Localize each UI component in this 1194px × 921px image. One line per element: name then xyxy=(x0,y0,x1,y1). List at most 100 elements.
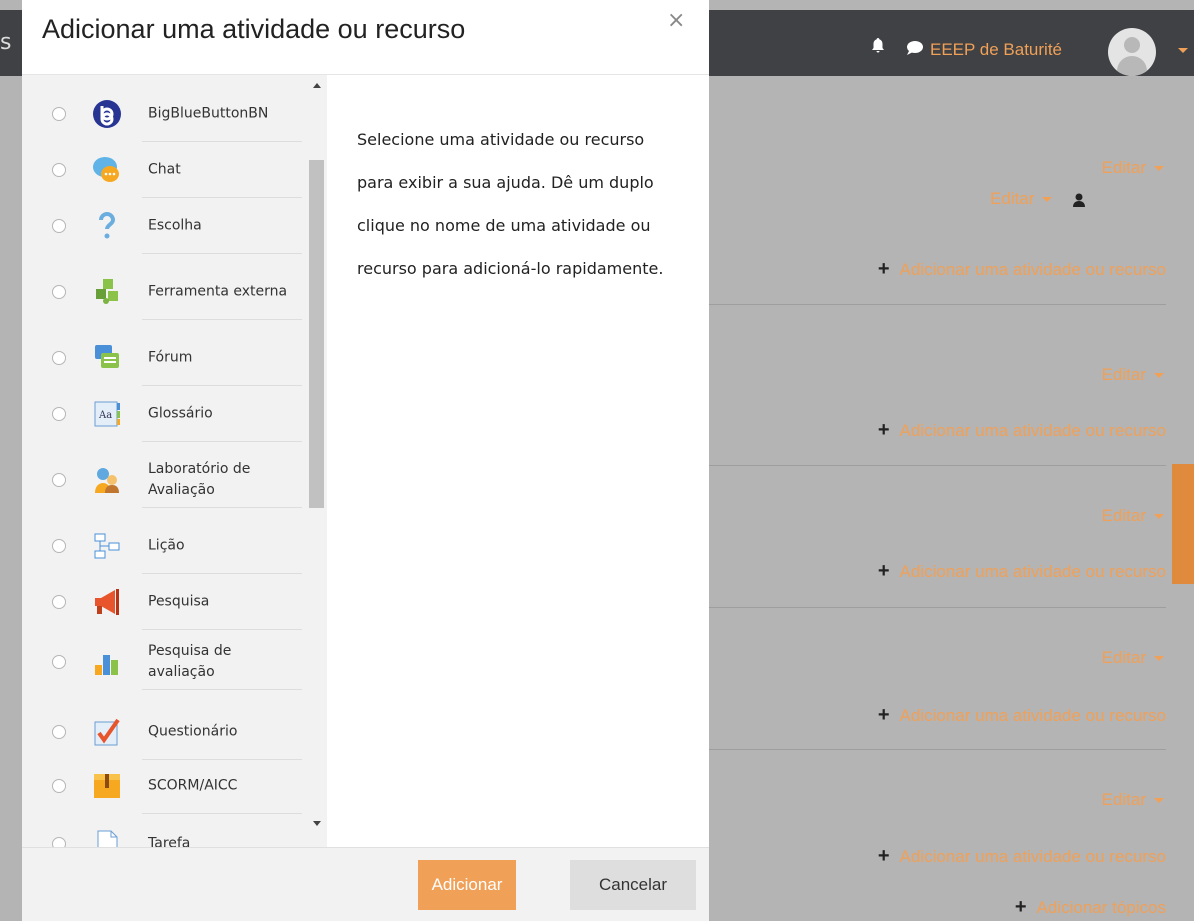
edit-label: Editar xyxy=(1101,648,1146,667)
svg-text:Aa: Aa xyxy=(98,410,112,421)
activity-radio[interactable] xyxy=(52,837,66,847)
add-activity-link[interactable]: + Adicionar uma atividade ou recurso xyxy=(878,419,1166,442)
activity-label: Escolha xyxy=(148,217,202,234)
add-activity-modal: Adicionar uma atividade ou recurso × Big… xyxy=(22,0,709,921)
activity-option[interactable]: BigBlueButtonBN xyxy=(42,86,302,142)
chevron-down-icon[interactable] xyxy=(1178,48,1188,53)
add-activity-link[interactable]: + Adicionar uma atividade ou recurso xyxy=(878,258,1166,281)
activity-option[interactable]: SCORM/AICC xyxy=(42,758,302,814)
edit-menu[interactable]: Editar xyxy=(1102,790,1164,810)
activity-radio[interactable] xyxy=(52,407,66,421)
add-topics-label: Adicionar tópicos xyxy=(1036,898,1166,917)
puzzle-icon xyxy=(96,279,118,304)
scroll-up-arrow-icon[interactable] xyxy=(313,83,321,88)
activity-label: Fórum xyxy=(148,349,193,366)
edit-menu[interactable]: Editar xyxy=(1102,158,1164,178)
activity-option[interactable]: Aa Glossário xyxy=(42,386,302,442)
bar-chart-icon xyxy=(95,655,118,675)
add-activity-link[interactable]: + Adicionar uma atividade ou recurso xyxy=(878,845,1166,868)
plus-icon: + xyxy=(877,258,890,280)
activity-radio[interactable] xyxy=(52,219,66,233)
close-icon[interactable]: × xyxy=(667,8,685,33)
navbar-text-fragment: s xyxy=(0,30,12,55)
bell-icon[interactable] xyxy=(871,38,885,54)
section-divider xyxy=(708,465,1166,466)
edit-menu[interactable]: Editar xyxy=(1102,648,1164,668)
activity-label: SCORM/AICC xyxy=(148,777,238,794)
activity-radio[interactable] xyxy=(52,595,66,609)
section-divider xyxy=(708,607,1166,608)
activity-label: Pesquisa xyxy=(148,593,210,610)
user-icon xyxy=(1073,193,1085,207)
glossary-icon: Aa xyxy=(94,401,120,427)
activity-option[interactable]: Ferramenta externa xyxy=(42,264,302,320)
activity-radio[interactable] xyxy=(52,473,66,487)
add-activity-label: Adicionar uma atividade ou recurso xyxy=(899,562,1166,581)
chevron-down-icon xyxy=(1154,166,1164,172)
chevron-down-icon xyxy=(1154,798,1164,804)
edit-menu[interactable]: Editar xyxy=(990,189,1053,209)
cancel-button[interactable]: Cancelar xyxy=(570,860,696,910)
chevron-down-icon xyxy=(1042,197,1053,203)
edit-label: Editar xyxy=(1101,790,1146,809)
edit-label: Editar xyxy=(1101,506,1146,525)
assignment-icon xyxy=(97,830,118,847)
activity-label: Questionário xyxy=(148,723,238,740)
plus-icon: + xyxy=(877,704,890,726)
bigbluebutton-icon xyxy=(93,100,121,128)
add-topics-link[interactable]: + Adicionar tópicos xyxy=(1015,896,1166,919)
plus-icon: + xyxy=(877,419,890,441)
activity-radio[interactable] xyxy=(52,285,66,299)
activity-option[interactable]: Tarefa xyxy=(42,816,302,847)
user-name[interactable]: EEEP de Baturité xyxy=(930,40,1062,60)
activity-radio[interactable] xyxy=(52,539,66,553)
activity-radio[interactable] xyxy=(52,107,66,121)
message-icon[interactable] xyxy=(906,41,924,55)
activity-radio[interactable] xyxy=(52,351,66,365)
portal-side-tab[interactable] xyxy=(1172,464,1194,584)
activity-option[interactable]: Lição xyxy=(42,518,302,574)
activity-option[interactable]: Pesquisa xyxy=(42,574,302,630)
edit-label: Editar xyxy=(1101,365,1146,384)
list-scrollbar[interactable] xyxy=(307,75,327,847)
chat-icon xyxy=(93,157,119,182)
activity-radio[interactable] xyxy=(52,725,66,739)
activity-option[interactable]: Laboratório de Avaliação xyxy=(42,452,302,508)
activity-option[interactable]: Questionário xyxy=(42,704,302,760)
add-activity-label: Adicionar uma atividade ou recurso xyxy=(899,847,1166,866)
activity-option[interactable]: Escolha xyxy=(42,198,302,254)
add-activity-link[interactable]: + Adicionar uma atividade ou recurso xyxy=(878,560,1166,583)
edit-label: Editar xyxy=(990,189,1035,208)
activity-option[interactable]: Fórum xyxy=(42,330,302,386)
activity-label: Tarefa xyxy=(148,835,191,848)
edit-label: Editar xyxy=(1101,158,1146,177)
add-activity-link[interactable]: + Adicionar uma atividade ou recurso xyxy=(878,704,1166,727)
activity-label: Laboratório de Avaliação xyxy=(148,461,251,498)
plus-icon: + xyxy=(1014,896,1027,918)
plus-icon: + xyxy=(877,560,890,582)
activity-radio[interactable] xyxy=(52,163,66,177)
avatar[interactable] xyxy=(1108,28,1156,76)
workshop-icon xyxy=(95,468,119,493)
activity-radio[interactable] xyxy=(52,655,66,669)
activity-option[interactable]: Pesquisa de avaliação xyxy=(42,634,302,690)
section-divider xyxy=(708,749,1166,750)
edit-menu[interactable]: Editar xyxy=(1102,506,1164,526)
chevron-down-icon xyxy=(1154,514,1164,520)
forum-icon xyxy=(95,345,119,368)
activity-label: Pesquisa de avaliação xyxy=(148,643,232,680)
add-activity-label: Adicionar uma atividade ou recurso xyxy=(899,421,1166,440)
chevron-down-icon xyxy=(1154,373,1164,379)
activity-label: Ferramenta externa xyxy=(148,283,288,300)
add-button[interactable]: Adicionar xyxy=(418,860,516,910)
activity-label: Lição xyxy=(148,537,185,554)
quiz-icon xyxy=(94,718,120,746)
scroll-down-arrow-icon[interactable] xyxy=(313,821,321,826)
add-activity-label: Adicionar uma atividade ou recurso xyxy=(899,260,1166,279)
scroll-thumb[interactable] xyxy=(309,160,324,508)
edit-menu[interactable]: Editar xyxy=(1102,365,1164,385)
activity-label: Chat xyxy=(148,161,181,178)
activity-option[interactable]: Chat xyxy=(42,142,302,198)
activity-radio[interactable] xyxy=(52,779,66,793)
activity-list: BigBlueButtonBN Chat Escolha Ferramenta … xyxy=(22,75,327,847)
